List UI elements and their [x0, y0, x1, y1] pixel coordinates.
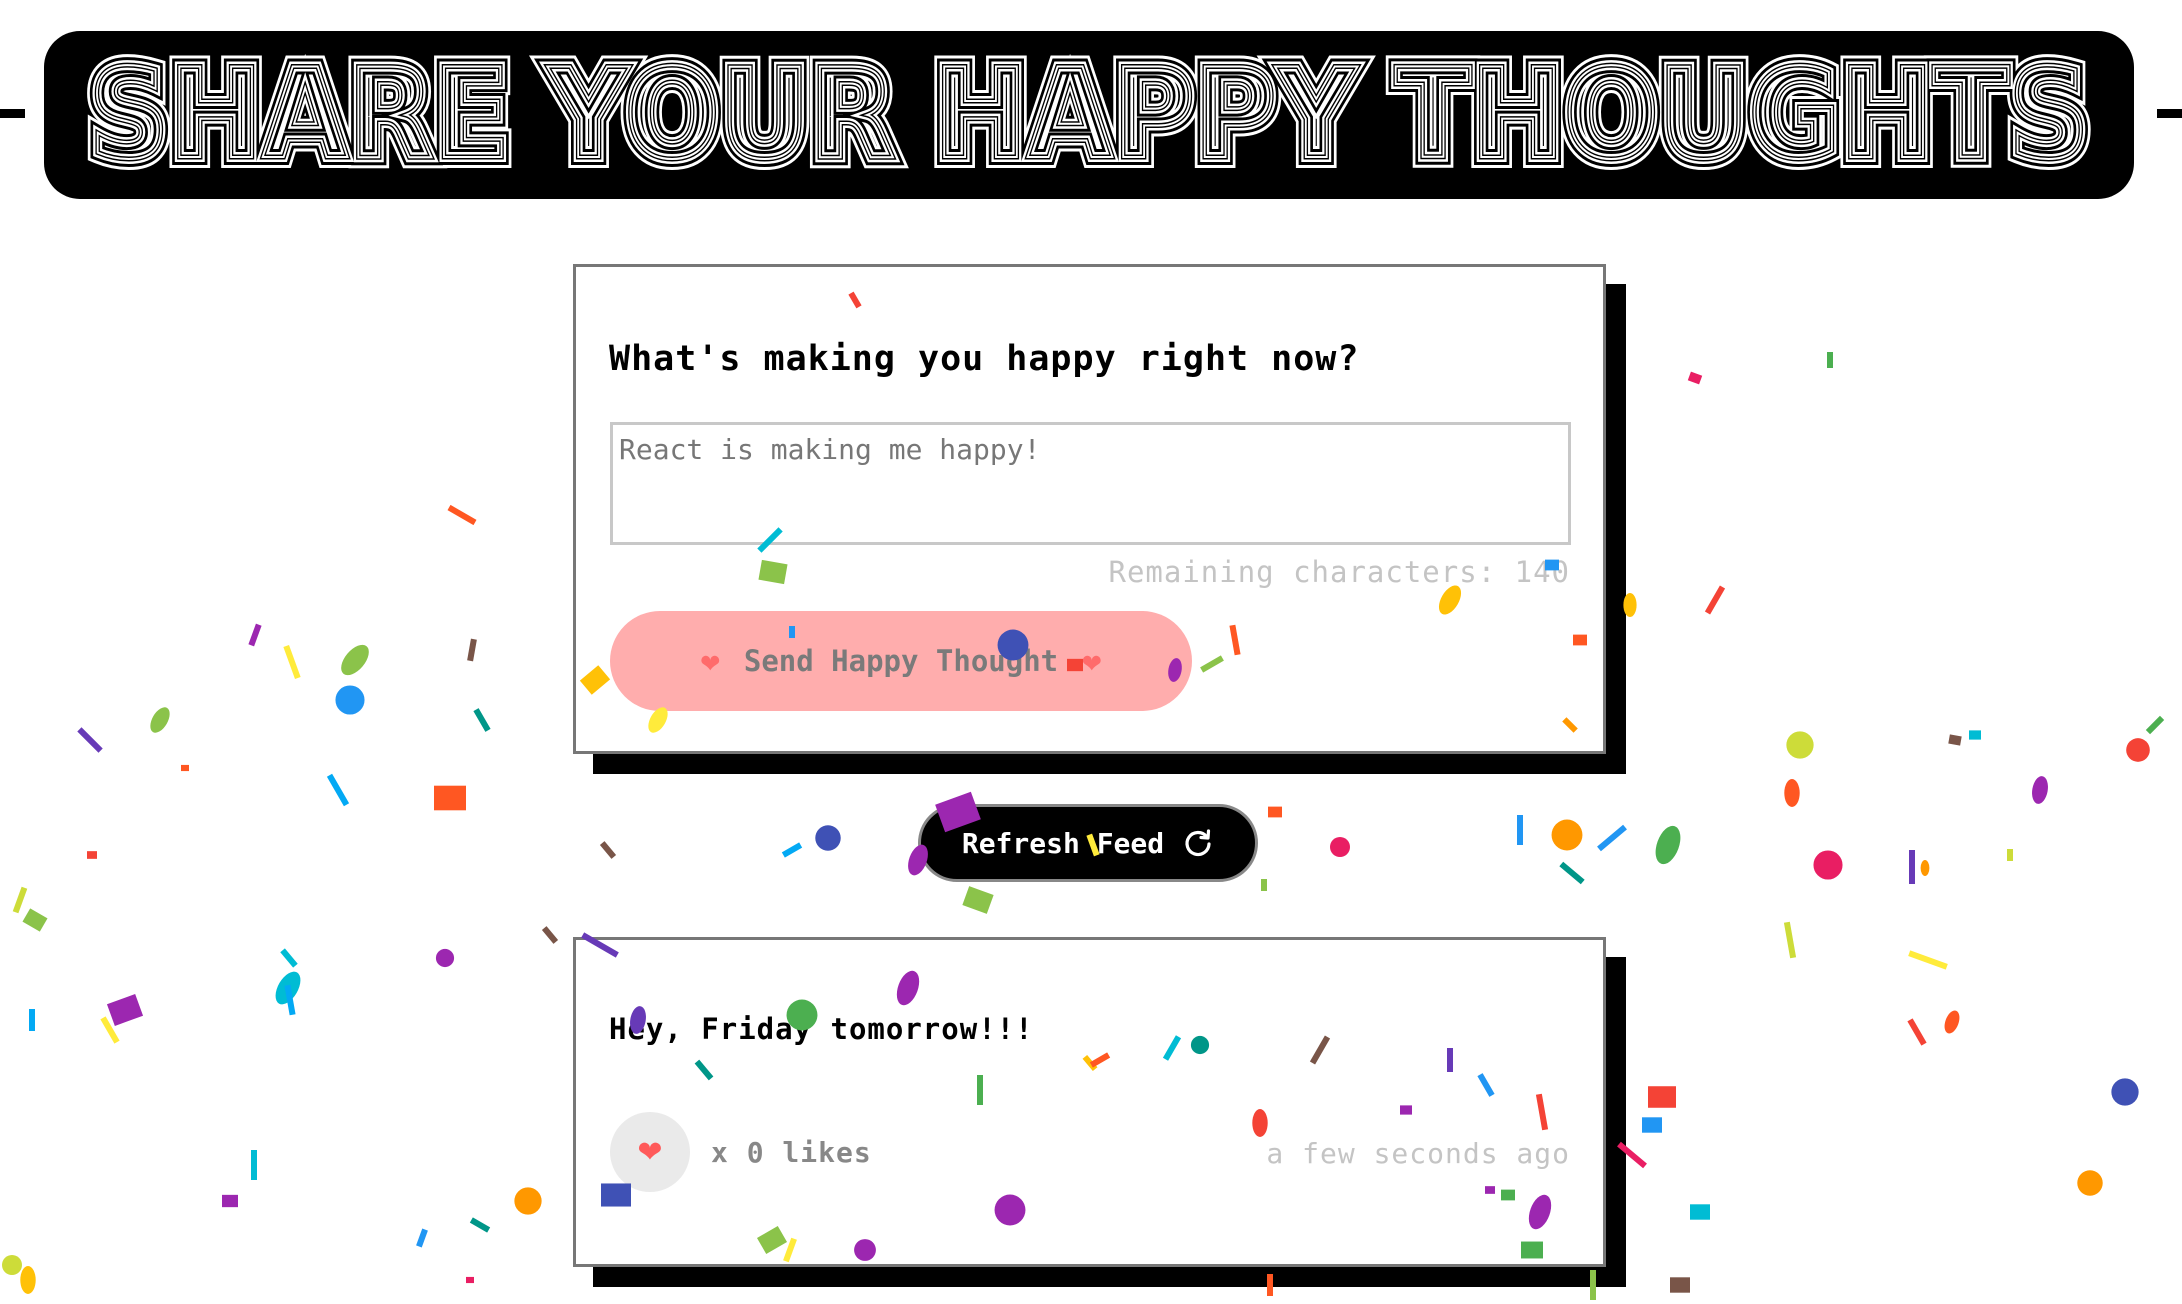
confetti-piece [29, 1009, 35, 1031]
confetti-piece [1590, 1270, 1596, 1300]
confetti-piece [2007, 849, 2013, 861]
confetti-piece [1268, 806, 1282, 818]
confetti-piece [248, 623, 262, 647]
confetti-piece [284, 984, 296, 1016]
confetti-piece [1908, 950, 1948, 970]
confetti-piece [962, 886, 994, 914]
header-line-right [2157, 109, 2182, 118]
confetti-piece [222, 1194, 238, 1208]
confetti-piece [1617, 1141, 1647, 1169]
confetti-piece [20, 1266, 36, 1294]
confetti-piece [1783, 921, 1797, 959]
confetti-piece [1784, 779, 1800, 807]
confetti-piece [251, 1150, 257, 1180]
confetti-piece [1642, 1117, 1662, 1133]
confetti-piece [1687, 371, 1703, 385]
confetti-piece [473, 708, 491, 732]
confetti-piece [781, 842, 803, 858]
confetti-piece [1261, 879, 1267, 891]
confetti-piece [1623, 593, 1637, 617]
heart-icon: ❤ [700, 642, 720, 680]
confetti-piece [1909, 850, 1915, 884]
thought-timestamp: a few seconds ago [1266, 1137, 1570, 1170]
confetti-piece [12, 886, 28, 914]
confetti-piece [2032, 776, 2048, 804]
confetti-piece [1517, 815, 1523, 845]
heart-icon: ❤ [637, 1135, 663, 1169]
confetti-piece [2126, 738, 2150, 762]
confetti-piece [77, 727, 103, 753]
confetti-piece [1551, 819, 1583, 851]
confetti-piece [181, 764, 189, 772]
confetti-piece [2077, 1170, 2103, 1196]
confetti-piece [341, 644, 369, 676]
confetti-piece [416, 1228, 428, 1248]
confetti-piece [815, 825, 841, 851]
confetti-piece [469, 1217, 491, 1233]
confetti-piece [1267, 1274, 1273, 1296]
confetti-piece [1670, 1277, 1690, 1293]
confetti-piece [106, 994, 144, 1026]
confetti-piece [326, 773, 350, 807]
confetti-piece [1655, 825, 1681, 865]
header-title-graphic: .t { font-family: "DejaVu Sans", sans-se… [78, 45, 2100, 185]
confetti-piece [335, 685, 365, 715]
confetti-piece [1969, 730, 1981, 740]
confetti-piece [150, 707, 170, 733]
confetti-piece [435, 948, 455, 968]
confetti-piece [1786, 731, 1814, 759]
confetti-piece [1948, 734, 1962, 746]
refresh-button-label: Refresh Feed [961, 826, 1165, 860]
confetti-piece [1559, 861, 1585, 885]
refresh-feed-button[interactable]: Refresh Feed [918, 804, 1258, 882]
like-button[interactable]: ❤ [610, 1112, 690, 1192]
confetti-piece [1690, 1204, 1710, 1220]
send-happy-thought-button[interactable]: ❤ Send Happy Thought ❤ [610, 611, 1192, 711]
confetti-piece [1827, 352, 1833, 368]
header-title-text: SHARE YOUR HAPPY THOUGHTS [89, 45, 2089, 185]
confetti-piece [1704, 585, 1726, 615]
remaining-characters: Remaining characters: 140 [1108, 555, 1570, 589]
send-button-label: Send Happy Thought [743, 644, 1059, 678]
confetti-piece [1813, 850, 1843, 880]
thought-card: Hey, Friday tomorrow!!! ❤ x 0 likes a fe… [573, 937, 1606, 1267]
header-line-left [0, 109, 25, 118]
confetti-piece [1907, 1018, 1927, 1046]
header-banner: .t { font-family: "DejaVu Sans", sans-se… [44, 31, 2134, 199]
confetti-piece [87, 851, 97, 859]
heart-icon: ❤ [1082, 642, 1102, 680]
confetti-piece [467, 638, 477, 662]
thought-message: Hey, Friday tomorrow!!! [609, 1012, 1034, 1046]
confetti-piece [2145, 715, 2165, 735]
confetti-piece [434, 785, 466, 811]
refresh-icon [1185, 829, 1211, 857]
confetti-piece [1648, 1086, 1676, 1108]
confetti-piece [22, 908, 48, 932]
confetti-piece [466, 1276, 474, 1284]
form-title: What's making you happy right now? [609, 339, 1360, 379]
confetti-piece [275, 971, 301, 1005]
thought-form-card: What's making you happy right now? Remai… [573, 264, 1606, 754]
confetti-piece [2111, 1078, 2139, 1106]
confetti-piece [447, 504, 477, 526]
confetti-piece [599, 841, 617, 859]
confetti-piece [514, 1187, 542, 1215]
confetti-piece [100, 1016, 120, 1044]
thought-input[interactable] [610, 422, 1571, 545]
likes-count: x 0 likes [711, 1136, 872, 1169]
confetti-piece [1330, 837, 1350, 857]
confetti-piece [1920, 860, 1930, 876]
confetti-piece [1944, 1010, 1960, 1034]
confetti-piece [280, 948, 298, 968]
confetti-piece [283, 644, 301, 680]
confetti-piece [2, 1255, 22, 1275]
confetti-piece [1597, 824, 1627, 852]
confetti-piece [541, 926, 559, 944]
